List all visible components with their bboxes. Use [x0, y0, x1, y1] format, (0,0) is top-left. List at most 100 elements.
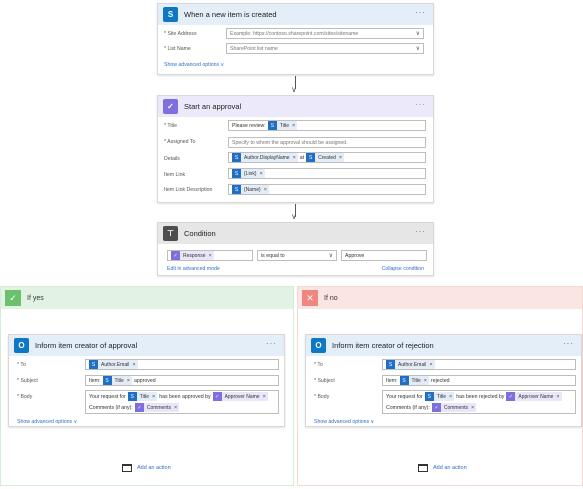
flow-canvas: S When a new item is created ··· * Site … [0, 0, 583, 489]
sharepoint-icon: S [232, 185, 241, 194]
close-icon[interactable]: × [174, 405, 177, 411]
add-action-button[interactable]: Add an action [418, 464, 469, 472]
dynamic-token[interactable]: ✓ Comments × [134, 403, 180, 412]
body-input[interactable]: Your request for S Title × has been reject… [382, 390, 576, 414]
sharepoint-icon: S [89, 360, 98, 369]
more-options-icon[interactable]: ··· [415, 228, 426, 236]
details-label: Details [164, 156, 180, 162]
sharepoint-icon: S [267, 121, 277, 130]
close-icon[interactable]: × [152, 394, 155, 400]
if-yes-header[interactable]: ✓ If yes [1, 287, 293, 309]
dynamic-token[interactable]: ✓ Approver Name × [212, 392, 268, 401]
subject-input[interactable]: Item: S Title × approved [85, 375, 279, 386]
if-yes-label: If yes [27, 294, 44, 302]
more-options-icon[interactable]: ··· [415, 9, 426, 17]
show-advanced-link[interactable]: Show advanced options ∨ [17, 419, 77, 425]
trigger-header[interactable]: S When a new item is created ··· [158, 4, 433, 25]
approval-icon: ✓ [163, 99, 178, 114]
close-icon[interactable]: × [263, 394, 266, 400]
chevron-down-icon[interactable]: ∨ [416, 30, 420, 37]
item-link-input[interactable]: S {Link} × [228, 168, 426, 179]
sharepoint-icon: S [306, 153, 316, 162]
dynamic-token[interactable]: S Title × [267, 121, 298, 130]
dynamic-token[interactable]: S Title × [127, 392, 158, 401]
inform-rejection-title: Inform item creator of rejection [332, 341, 434, 350]
inform-approval-header[interactable]: O Inform item creator of approval ··· [9, 335, 284, 356]
dynamic-token[interactable]: S {Name} × [232, 185, 269, 194]
close-icon[interactable]: × [471, 405, 474, 411]
chevron-down-icon[interactable]: ∨ [416, 45, 420, 52]
condition-card[interactable]: ⊤ Condition ··· ✓ Response × is equal to ∨… [157, 222, 434, 276]
edit-advanced-mode-link[interactable]: Edit in advanced mode [167, 266, 220, 272]
condition-operator-select[interactable]: is equal to ∨ [257, 250, 337, 261]
dynamic-token[interactable]: ✓ Approver Name × [506, 392, 562, 401]
body-label: * Body [314, 394, 330, 400]
close-icon[interactable]: × [424, 378, 427, 384]
condition-left-operand[interactable]: ✓ Response × [167, 250, 253, 261]
show-advanced-link[interactable]: Show advanced options ∨ [164, 62, 224, 68]
approval-title-input[interactable]: Please review: S Title × [228, 120, 426, 131]
inform-rejection-header[interactable]: O Inform item creator of rejection ··· [306, 335, 581, 356]
dynamic-token[interactable]: S Title × [399, 376, 430, 385]
trigger-card[interactable]: S When a new item is created ··· * Site … [157, 3, 434, 75]
to-input[interactable]: S Author.Email × [85, 359, 279, 370]
approval-header[interactable]: ✓ Start an approval ··· [158, 96, 433, 117]
dynamic-token[interactable]: S Title × [102, 376, 133, 385]
close-icon[interactable]: × [449, 394, 452, 400]
approval-icon: ✓ [431, 403, 441, 412]
inform-approval-title: Inform item creator of approval [35, 341, 138, 350]
more-options-icon[interactable]: ··· [415, 101, 426, 109]
close-icon[interactable]: × [209, 253, 212, 259]
inform-rejection-card[interactable]: O Inform item creator of rejection ··· *… [305, 334, 582, 427]
sharepoint-icon: S [386, 360, 395, 369]
to-input[interactable]: S Author.Email × [382, 359, 576, 370]
close-icon[interactable]: × [292, 123, 295, 129]
dynamic-token[interactable]: S Author.Email × [89, 360, 138, 369]
item-link-description-input[interactable]: S {Name} × [228, 184, 426, 195]
close-icon[interactable]: × [556, 394, 559, 400]
add-action-icon [418, 464, 428, 472]
subject-input[interactable]: Item: S Title × rejected [382, 375, 576, 386]
check-icon: ✓ [5, 290, 21, 306]
outlook-icon: O [14, 338, 29, 353]
dynamic-token[interactable]: S Created × [306, 153, 345, 162]
details-input[interactable]: S Author.DisplayName × at S Created × [228, 152, 426, 163]
close-icon[interactable]: × [293, 155, 296, 161]
close-icon[interactable]: × [264, 187, 267, 193]
add-action-button[interactable]: Add an action [122, 464, 173, 472]
dynamic-token[interactable]: S Author.Email × [386, 360, 435, 369]
body-label: * Body [17, 394, 33, 400]
dynamic-token[interactable]: ✓ Comments × [431, 403, 477, 412]
close-icon[interactable]: × [260, 171, 263, 177]
dynamic-token[interactable]: S Title × [424, 392, 455, 401]
if-no-header[interactable]: ✕ If no [298, 287, 582, 309]
site-address-input[interactable]: Example: https://contoso.sharepoint.com/… [226, 28, 424, 39]
list-name-input[interactable]: SharePoint list name ∨ [226, 43, 424, 54]
sharepoint-icon: S [399, 376, 409, 385]
collapse-condition-link[interactable]: Collapse condition [382, 266, 424, 272]
close-icon[interactable]: × [429, 362, 432, 368]
show-advanced-link[interactable]: Show advanced options ∨ [314, 419, 374, 425]
close-icon[interactable]: × [127, 378, 130, 384]
condition-right-operand[interactable]: Approve [341, 250, 427, 261]
more-options-icon[interactable]: ··· [266, 340, 277, 348]
body-input[interactable]: Your request for S Title × has been approv… [85, 390, 279, 414]
dynamic-token[interactable]: ✓ Response × [171, 251, 214, 260]
dynamic-token[interactable]: S {Link} × [232, 169, 265, 178]
approval-icon: ✓ [171, 251, 180, 260]
approval-icon: ✓ [506, 392, 516, 401]
approval-icon: ✓ [134, 403, 144, 412]
sharepoint-icon: S [127, 392, 137, 401]
close-icon[interactable]: × [339, 155, 342, 161]
sharepoint-icon: S [424, 392, 434, 401]
condition-header[interactable]: ⊤ Condition ··· [158, 223, 433, 244]
chevron-down-icon[interactable]: ∨ [329, 252, 333, 259]
site-address-label: * Site Address [164, 31, 197, 37]
more-options-icon[interactable]: ··· [563, 340, 574, 348]
condition-icon: ⊤ [163, 226, 178, 241]
dynamic-token[interactable]: S Author.DisplayName × [232, 153, 298, 162]
inform-approval-card[interactable]: O Inform item creator of approval ··· * … [8, 334, 285, 427]
approval-card[interactable]: ✓ Start an approval ··· * Title Please r… [157, 95, 434, 203]
close-icon[interactable]: × [132, 362, 135, 368]
assigned-to-input[interactable]: Specify to whom the approval should be a… [228, 137, 426, 148]
